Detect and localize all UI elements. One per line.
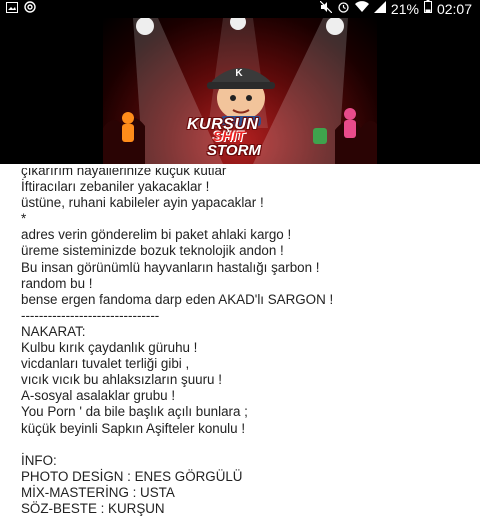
battery-percent: 21% bbox=[390, 1, 419, 17]
clock: 02:07 bbox=[436, 1, 472, 17]
signal-icon bbox=[373, 0, 386, 18]
lyrics-line: Bu insan görünümlü hayvanların hastalığı… bbox=[21, 259, 320, 275]
mute-icon bbox=[319, 0, 333, 18]
lyrics-line: Kulbu kırık çaydanlık güruhu ! bbox=[21, 340, 198, 356]
lyrics-line: vıcık vıcık bu ahlaksızların şuuru ! bbox=[21, 372, 222, 388]
lyrics-line: ------------------------------- bbox=[21, 307, 160, 323]
lyrics-line: adres verin gönderelim bi paket ahlaki k… bbox=[21, 227, 292, 243]
lyrics-line: MİX-MASTERİNG : USTA bbox=[21, 484, 175, 500]
lyrics-line: İNFO: bbox=[21, 452, 57, 468]
alarm-icon bbox=[337, 0, 350, 18]
battery-icon bbox=[423, 0, 432, 18]
lyrics-line: * bbox=[21, 211, 27, 227]
status-bar: 21% 02:07 bbox=[0, 0, 480, 18]
lyrics-line: bense ergen fandoma darp eden AKAD'lı SA… bbox=[21, 291, 334, 307]
lyrics-line: You Porn ' da bile başlık açılı bunlara … bbox=[21, 404, 248, 420]
album-cover-area: K KURŞUN SHIT STORM bbox=[0, 18, 480, 164]
wifi-icon bbox=[354, 0, 369, 18]
lyrics-line: üstüne, ruhani kabileler ayin yapacaklar… bbox=[21, 195, 264, 211]
lyrics-line: vicdanları tuvalet terliği gibi , bbox=[21, 356, 190, 372]
lyrics-line: A-sosyal asalaklar grubu ! bbox=[21, 388, 176, 404]
lyrics-line bbox=[21, 437, 471, 453]
lyrics-line: PHOTO DESİGN : ENES GÖRGÜLÜ bbox=[21, 468, 243, 484]
status-right: 21% 02:07 bbox=[319, 0, 480, 18]
status-left bbox=[0, 0, 36, 18]
cap-letter: K bbox=[235, 68, 243, 79]
lyrics-line: İftiracıları zebaniler yakacaklar ! bbox=[21, 179, 210, 195]
lyrics-text: çıkarırım hayallerinize küçük kutlar İfti… bbox=[21, 163, 471, 517]
lyrics-line: random bu ! bbox=[21, 275, 93, 291]
image-icon bbox=[6, 0, 18, 18]
lyrics-line-partial: çıkarırım hayallerinize küçük kutlar bbox=[21, 163, 227, 178]
at-icon bbox=[24, 0, 36, 18]
lyrics-line: üreme sisteminizde bozuk teknolojik ando… bbox=[21, 243, 284, 259]
lyrics-line: NAKARAT: bbox=[21, 323, 86, 339]
logo-line-3: STORM bbox=[207, 142, 261, 159]
lyrics-line: SÖZ-BESTE : KURŞUN bbox=[21, 500, 165, 516]
album-cover[interactable]: K KURŞUN SHIT STORM bbox=[103, 18, 377, 164]
lyrics-line: küçük beyinli Sapkın Aşifteler konulu ! bbox=[21, 420, 246, 436]
